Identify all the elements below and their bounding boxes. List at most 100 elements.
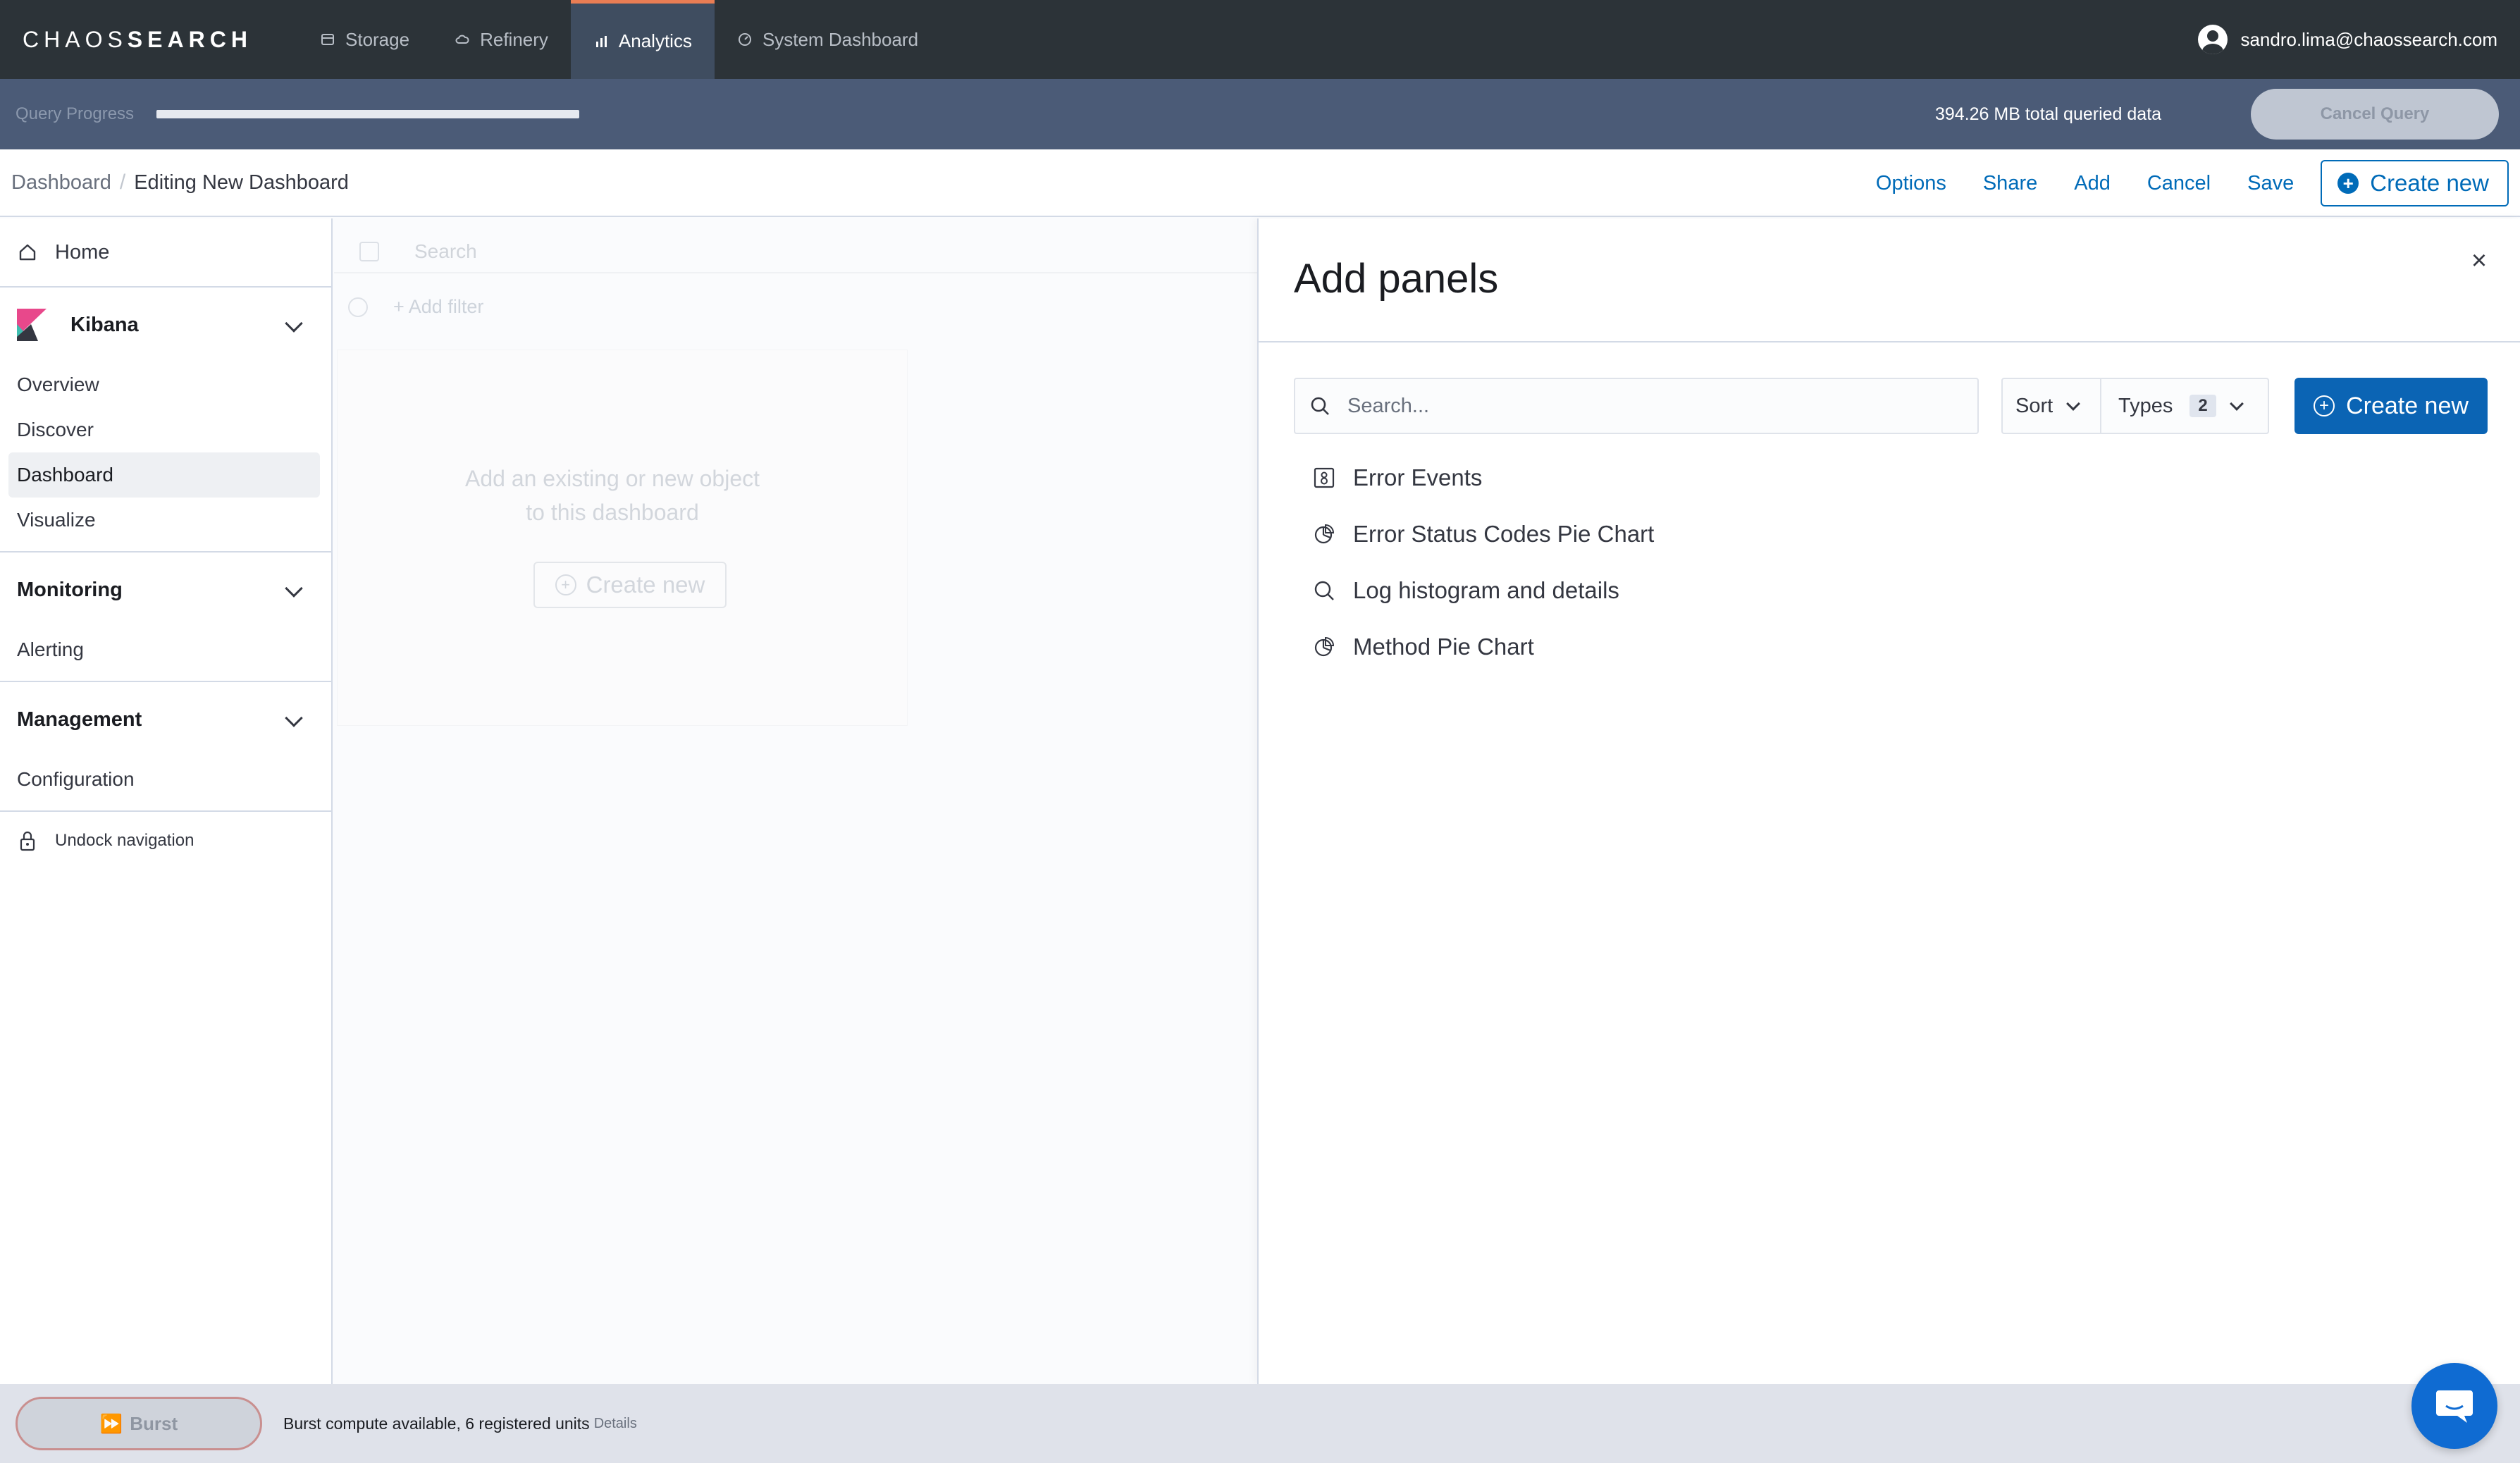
saved-query-icon[interactable] [359, 242, 379, 261]
dashboard-actions: Options Share Add Cancel Save + Create n… [1839, 149, 2509, 217]
types-count-badge: 2 [2189, 395, 2216, 417]
filter-options-icon[interactable] [348, 297, 368, 317]
pie-chart-icon [1312, 522, 1336, 546]
home-icon [19, 244, 36, 261]
chevron-down-icon [285, 579, 303, 598]
flyout-divider [1259, 341, 2520, 342]
storage-icon [321, 34, 334, 45]
lock-icon [20, 831, 35, 851]
nav-tab-label: Storage [345, 28, 410, 50]
create-new-label: Create new [2346, 392, 2469, 419]
sidebar-group-management[interactable]: Management [0, 682, 331, 757]
add-filter-row: + Add filter [348, 296, 483, 318]
sort-dropdown[interactable]: Sort [2001, 378, 2101, 434]
plus-circle-icon: + [2314, 395, 2335, 416]
query-progress-bar: Query Progress 394.26 MB total queried d… [0, 79, 2520, 149]
options-link[interactable]: Options [1876, 172, 1946, 195]
sidebar-item-visualize[interactable]: Visualize [0, 498, 320, 543]
list-item[interactable]: Log histogram and details [1312, 562, 1654, 619]
sidebar-item-discover[interactable]: Discover [0, 407, 320, 452]
sidebar-group-title: Monitoring [17, 578, 123, 601]
side-navigation: Home Kibana Overview Discover Dashboard … [0, 218, 333, 1384]
user-avatar-icon [2198, 25, 2228, 54]
search-icon [1312, 579, 1336, 603]
save-link[interactable]: Save [2247, 172, 2294, 195]
queried-data-total: 394.26 MB total queried data [1935, 104, 2162, 124]
undock-navigation-button[interactable]: Undock navigation [0, 812, 331, 870]
sidebar-group-kibana[interactable]: Kibana [0, 288, 331, 362]
breadcrumb-bar: Dashboard / Editing New Dashboard Option… [0, 149, 2520, 217]
share-link[interactable]: Share [1983, 172, 2037, 195]
kibana-logo-icon [17, 309, 47, 341]
nav-tab-system-dashboard[interactable]: System Dashboard [715, 0, 941, 79]
empty-dashboard-prompt: Add an existing or new object to this da… [337, 350, 908, 726]
sidebar-section-management: Management Configuration [0, 682, 331, 812]
panel-label: Log histogram and details [1353, 577, 1619, 603]
flyout-create-new-button[interactable]: + Create new [2294, 378, 2488, 434]
sort-label: Sort [2015, 394, 2053, 417]
sidebar-item-alerting[interactable]: Alerting [0, 627, 320, 672]
create-new-label: Create new [586, 572, 705, 598]
nav-tab-refinery[interactable]: Refinery [432, 0, 571, 79]
query-search-placeholder: Search [414, 240, 477, 262]
types-filter-dropdown[interactable]: Types 2 [2100, 378, 2269, 434]
plus-circle-icon: + [555, 574, 576, 595]
flyout-title: Add panels [1294, 256, 1499, 302]
nav-tab-label: Refinery [480, 28, 548, 50]
search-icon [1311, 397, 1329, 415]
create-new-button[interactable]: + Create new [2321, 160, 2509, 206]
query-progress-fill [156, 110, 579, 118]
cancel-query-button[interactable]: Cancel Query [2251, 89, 2499, 140]
saved-objects-list: Error Events Error Status Codes Pie Char… [1312, 450, 1654, 675]
nav-tab-storage[interactable]: Storage [297, 0, 432, 79]
panel-label: Error Events [1353, 464, 1483, 490]
chevron-down-icon [2229, 397, 2244, 411]
sidebar-item-configuration[interactable]: Configuration [0, 757, 320, 802]
create-new-label: Create new [2370, 170, 2489, 196]
list-item[interactable]: Error Status Codes Pie Chart [1312, 506, 1654, 562]
list-item[interactable]: Method Pie Chart [1312, 619, 1654, 675]
panel-label: Method Pie Chart [1353, 634, 1534, 660]
breadcrumb-separator: / [119, 171, 126, 194]
sidebar-group-title: Management [17, 708, 142, 731]
add-filter-link[interactable]: + Add filter [393, 296, 483, 318]
sidebar-item-home[interactable]: Home [0, 218, 331, 288]
breadcrumb-dashboard[interactable]: Dashboard [11, 171, 111, 195]
status-footer: ⏩ Burst Burst compute available, 6 regis… [0, 1384, 2520, 1463]
panel-label: Error Status Codes Pie Chart [1353, 521, 1655, 547]
cloud-icon [455, 35, 469, 44]
chaossearch-logo[interactable]: CHAOSSEARCH [23, 27, 297, 53]
burst-button[interactable]: ⏩ Burst [16, 1397, 262, 1450]
add-panels-flyout: Add panels × Sort Types 2 + Create new E… [1257, 218, 2520, 1384]
close-icon[interactable]: × [2465, 247, 2493, 275]
panel-search-input[interactable] [1347, 394, 1968, 418]
burst-label: Burst [130, 1412, 178, 1434]
sidebar-item-overview[interactable]: Overview [0, 362, 320, 407]
add-link[interactable]: Add [2074, 172, 2111, 195]
details-link[interactable]: Details [594, 1416, 637, 1432]
top-navigation: CHAOSSEARCH Storage Refinery Analytics S… [0, 0, 2520, 79]
user-menu[interactable]: sandro.lima@chaossearch.com [2198, 0, 2497, 79]
types-label: Types [2118, 394, 2173, 417]
bar-chart-icon [595, 35, 607, 47]
list-item[interactable]: Error Events [1312, 450, 1654, 506]
sidebar-section-monitoring: Monitoring Alerting [0, 553, 331, 682]
sidebar-section-kibana: Kibana Overview Discover Dashboard Visua… [0, 288, 331, 553]
empty-create-new-button[interactable]: + Create new [533, 562, 727, 608]
fast-forward-icon: ⏩ [99, 1412, 123, 1434]
breadcrumb-current: Editing New Dashboard [134, 171, 349, 194]
panel-search-field [1294, 378, 1979, 434]
undock-navigation-label: Undock navigation [55, 831, 194, 850]
nav-tab-label: System Dashboard [762, 28, 919, 50]
query-progress-label: Query Progress [16, 104, 135, 123]
nav-tab-analytics[interactable]: Analytics [570, 0, 715, 79]
sidebar-group-monitoring[interactable]: Monitoring [0, 553, 331, 627]
query-search-bar[interactable]: Search [334, 231, 1259, 273]
cancel-link[interactable]: Cancel [2147, 172, 2211, 195]
sidebar-item-dashboard[interactable]: Dashboard [8, 452, 320, 498]
chat-support-button[interactable] [2411, 1363, 2497, 1449]
empty-dashboard-text: Add an existing or new object to this da… [464, 466, 760, 525]
chevron-down-icon [285, 314, 303, 333]
nav-tab-label: Analytics [618, 30, 692, 51]
pie-chart-icon [1312, 635, 1336, 659]
